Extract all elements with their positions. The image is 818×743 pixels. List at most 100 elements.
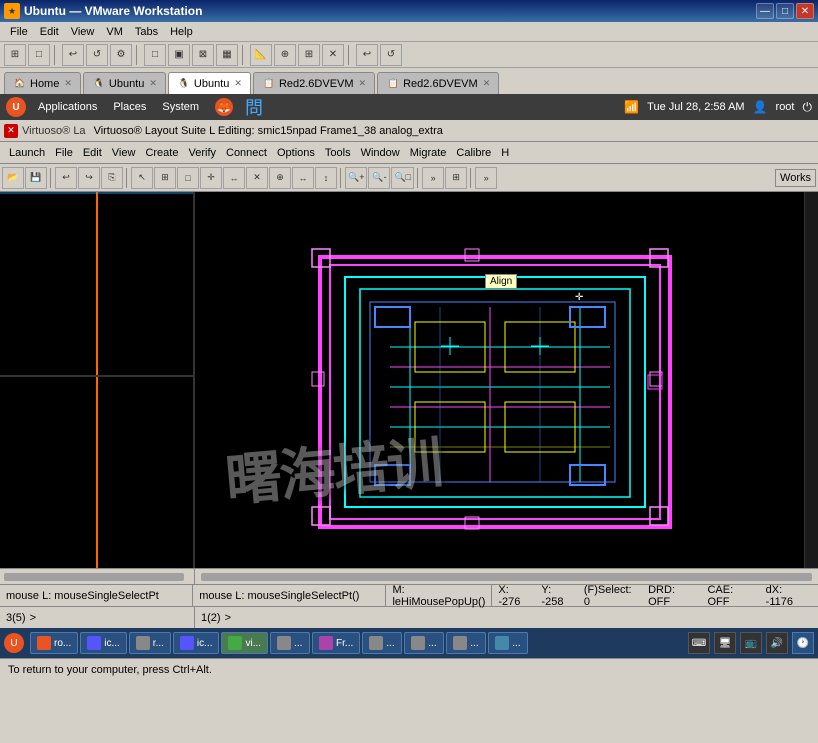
apps-icon[interactable]: 問 [245,94,263,120]
toolbar-btn-4[interactable]: ↺ [86,44,108,66]
tab-red1-close[interactable]: ✕ [359,78,367,89]
menu-edit[interactable]: Edit [34,25,65,39]
virt-menu-h[interactable]: H [496,146,514,160]
toolbar-btn-11[interactable]: ⊕ [274,44,296,66]
virt-tb-zoomfit[interactable]: 🔍□ [391,167,414,189]
virt-menu-verify[interactable]: Verify [183,146,221,160]
toolbar-btn-7[interactable]: ▣ [168,44,190,66]
virt-tb-undo[interactable]: ↩ [55,167,77,189]
taskbar-item-9[interactable]: ... [404,632,444,654]
ubuntu-applications[interactable]: Applications [34,101,101,113]
taskbar-item-3[interactable]: r... [129,632,171,654]
virt-menu-file[interactable]: File [50,146,78,160]
close-button[interactable]: ✕ [796,3,814,19]
virt-menu-tools[interactable]: Tools [320,146,356,160]
toolbar-btn-3[interactable]: ↩ [62,44,84,66]
virt-menu-migrate[interactable]: Migrate [405,146,452,160]
ubuntu-places[interactable]: Places [109,101,150,113]
taskbar-item-8[interactable]: ... [362,632,402,654]
tab-ubuntu2-close[interactable]: ✕ [234,78,242,89]
virt-menu-connect[interactable]: Connect [221,146,272,160]
ubuntu-system[interactable]: System [158,101,203,113]
toolbar-btn-13[interactable]: ✕ [322,44,344,66]
tab-red2[interactable]: 📋 Red2.6DVEVM ✕ [377,72,499,94]
taskbar-item-7[interactable]: Fr... [312,632,360,654]
firefox-icon[interactable]: 🦊 [215,98,233,116]
coord-right: 1(2) > [195,607,818,628]
taskbar-item-1[interactable]: ro... [30,632,78,654]
tab-ubuntu-2[interactable]: 🐧 Ubuntu ✕ [168,72,251,94]
red1-tab-icon: 📋 [262,77,276,91]
menu-file[interactable]: File [4,25,34,39]
virt-tb-redo[interactable]: ↪ [78,167,100,189]
left-hscroll-bar[interactable] [4,573,184,581]
taskbar-item-2[interactable]: ic... [80,632,127,654]
left-panel-bottom [0,377,193,568]
toolbar-btn-12[interactable]: ⊞ [298,44,320,66]
main-hscroll[interactable] [195,569,818,584]
toolbar-btn-14[interactable]: ↩ [356,44,378,66]
virt-menu-view[interactable]: View [107,146,141,160]
menu-tabs[interactable]: Tabs [129,25,164,39]
virt-tb-zoomout[interactable]: 🔍- [368,167,390,189]
virt-tb-horiz[interactable]: ↔ [292,167,314,189]
virt-tb-select[interactable]: ↖ [131,167,153,189]
tab-home[interactable]: 🏠 Home ✕ [4,72,81,94]
minimize-button[interactable]: — [756,3,774,19]
toolbar-btn-1[interactable]: ⊞ [4,44,26,66]
virt-menu-window[interactable]: Window [356,146,405,160]
power-icon[interactable]: ⏻ [803,100,813,115]
virt-tb-open[interactable]: 📂 [2,167,24,189]
virt-tb-rect[interactable]: □ [177,167,199,189]
taskbar-clock-icon[interactable]: 🕐 [792,632,814,654]
virt-tb-move[interactable]: ✛ [200,167,222,189]
toolbar-btn-6[interactable]: □ [144,44,166,66]
virt-menu-launch[interactable]: Launch [4,146,50,160]
tab-ubuntu-1[interactable]: 🐧 Ubuntu ✕ [83,72,166,94]
maximize-button[interactable]: □ [776,3,794,19]
toolbar-btn-9[interactable]: ▦ [216,44,238,66]
toolbar-btn-2[interactable]: □ [28,44,50,66]
taskbar-sys-icon-4[interactable]: 🔊 [766,632,788,654]
tab-home-close[interactable]: ✕ [64,78,72,89]
toolbar-btn-5[interactable]: ⚙ [110,44,132,66]
taskbar-sys-icon-1[interactable]: ⌨ [688,632,710,654]
toolbar-btn-15[interactable]: ↺ [380,44,402,66]
taskbar-sys-icon-3[interactable]: 📺 [740,632,762,654]
taskbar-sys-icon-2[interactable]: 🖥 [714,632,736,654]
virt-tb-delete[interactable]: ✕ [246,167,268,189]
taskbar-item-5[interactable]: vi... [221,632,268,654]
virt-tb-extra[interactable]: ⊞ [445,167,467,189]
taskbar-item-10[interactable]: ... [446,632,486,654]
virt-tb-wire[interactable]: ⊞ [154,167,176,189]
virt-tb-extra2[interactable]: » [475,167,497,189]
taskbar-item-11[interactable]: ... [488,632,528,654]
menu-view[interactable]: View [65,25,101,39]
virt-menu-options[interactable]: Options [272,146,320,160]
menu-help[interactable]: Help [164,25,199,39]
main-hscroll-bar[interactable] [201,573,812,581]
eda-canvas[interactable]: Align ✛ [195,192,804,568]
virt-tb-zoomin[interactable]: 🔍+ [345,167,367,189]
taskbar-item-6[interactable]: ... [270,632,310,654]
works-button[interactable]: Works [775,169,816,187]
left-hscroll[interactable] [0,569,195,584]
toolbar-btn-8[interactable]: ⊠ [192,44,214,66]
tab-ubuntu1-close[interactable]: ✕ [149,78,157,89]
toolbar-btn-10[interactable]: 📐 [250,44,272,66]
task-icon-2 [87,636,101,650]
virt-menu-edit[interactable]: Edit [78,146,107,160]
taskbar-item-4[interactable]: ic... [173,632,220,654]
menu-vm[interactable]: VM [100,25,129,39]
virt-tb-vert[interactable]: ↕ [315,167,337,189]
tab-red2-close[interactable]: ✕ [483,78,491,89]
virt-tb-plus[interactable]: ⊕ [269,167,291,189]
virt-menu-calibre[interactable]: Calibre [451,146,496,160]
virt-close-btn[interactable]: ✕ [4,124,18,138]
virt-tb-save[interactable]: 💾 [25,167,47,189]
tab-red1[interactable]: 📋 Red2.6DVEVM ✕ [253,72,375,94]
virt-tb-copy[interactable]: ⎘ [101,167,123,189]
virt-tb-stretch[interactable]: ↔ [223,167,245,189]
virt-menu-create[interactable]: Create [140,146,183,160]
virt-tb-chevron[interactable]: » [422,167,444,189]
